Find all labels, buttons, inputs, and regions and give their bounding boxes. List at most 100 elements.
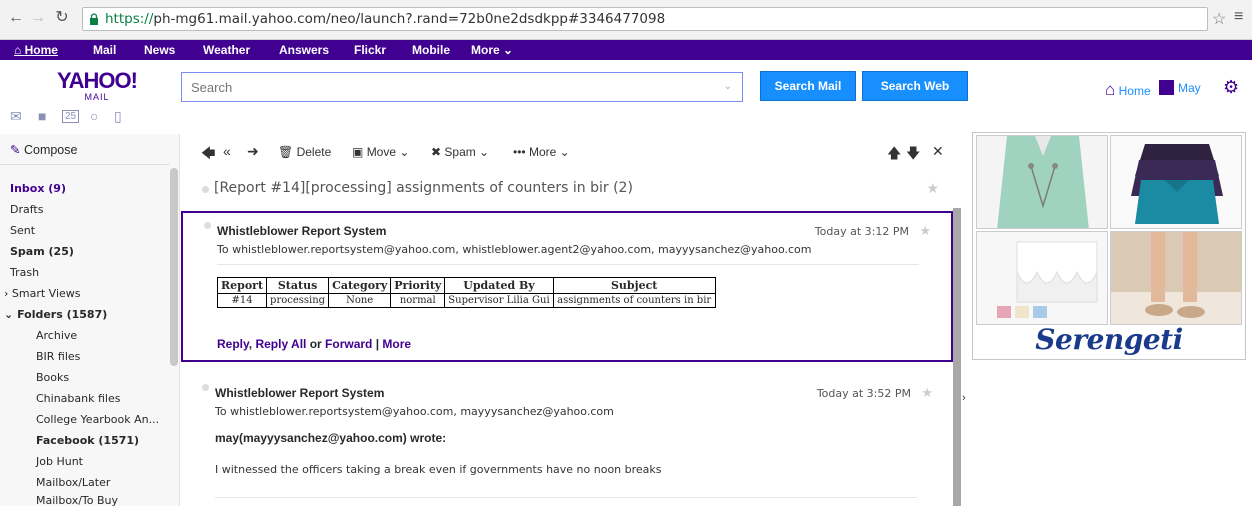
sidebar-scrollbar[interactable]: [170, 168, 178, 366]
folder-chinabank-files[interactable]: Chinabank files: [36, 392, 120, 405]
chevron-right-icon[interactable]: ›: [962, 392, 966, 404]
star-icon[interactable]: ★: [919, 223, 931, 239]
search-web-button[interactable]: Search Web: [862, 71, 968, 101]
compose-button[interactable]: ✎ Compose: [10, 142, 77, 157]
folder-sent[interactable]: Sent: [10, 224, 35, 237]
spam-button[interactable]: ✖ Spam ⌄: [431, 145, 489, 159]
topnav-mail[interactable]: Mail: [93, 43, 116, 57]
chevron-right-icon: ›: [4, 287, 9, 300]
message-pane-scrollbar[interactable]: [953, 208, 961, 506]
bedskirt-image: [977, 232, 1107, 324]
star-icon[interactable]: ★: [921, 385, 933, 401]
mobile-app-icon[interactable]: ▯: [114, 108, 122, 125]
message-card[interactable]: Whistleblower Report System To whistlebl…: [181, 211, 953, 362]
folder-inbox[interactable]: Inbox (9): [10, 182, 66, 195]
notepad-app-icon[interactable]: ○: [90, 108, 98, 124]
forward-arrow-icon[interactable]: ➜: [247, 143, 259, 160]
folder-job-hunt[interactable]: Job Hunt: [36, 455, 83, 468]
topnav-more[interactable]: More ⌄: [471, 43, 513, 57]
address-bar[interactable]: https://ph-mg61.mail.yahoo.com/neo/launc…: [82, 7, 1208, 31]
chevron-down-icon[interactable]: ⌄: [724, 81, 732, 92]
delete-button[interactable]: 🗑 Delete: [278, 145, 331, 159]
folders-toggle[interactable]: ⌄ Folders (1587): [4, 308, 107, 321]
mail-header: YAHOO! MAIL ⌄ Search Mail Search Web ⌂ H…: [0, 60, 1252, 134]
user-avatar-icon: [1159, 80, 1174, 95]
topnav-home-label: Home: [24, 43, 58, 57]
action-separator: |: [372, 337, 383, 351]
folder-mailbox-to-buy[interactable]: Mailbox/To Buy: [36, 494, 118, 506]
browser-chrome: ← → ↻ https://ph-mg61.mail.yahoo.com/neo…: [0, 0, 1252, 40]
tops-image: [1111, 136, 1241, 228]
folder-sidebar: ✎ Compose Inbox (9) Drafts Sent Spam (25…: [0, 134, 180, 506]
calendar-app-icon[interactable]: 25: [62, 110, 80, 123]
pencil-icon: ✎: [10, 143, 21, 157]
folder-spam[interactable]: Spam (25): [10, 245, 74, 258]
ad-product-image[interactable]: [976, 135, 1108, 229]
forward-icon[interactable]: →: [30, 9, 46, 27]
topnav-flickr[interactable]: Flickr: [354, 43, 386, 57]
yahoo-mail-logo[interactable]: YAHOO! MAIL: [52, 70, 142, 103]
home-icon: ⌂: [1105, 80, 1116, 99]
user-profile-link[interactable]: May: [1159, 80, 1201, 95]
topnav-mobile[interactable]: Mobile: [412, 43, 450, 57]
header-home-link[interactable]: ⌂ Home: [1105, 80, 1151, 100]
message-sender[interactable]: Whistleblower Report System: [217, 224, 386, 238]
more-link[interactable]: More: [382, 337, 411, 351]
gear-icon[interactable]: ⚙: [1223, 77, 1239, 98]
folder-drafts[interactable]: Drafts: [10, 203, 43, 216]
browser-menu-icon[interactable]: ≡: [1234, 8, 1243, 26]
topnav-weather[interactable]: Weather: [203, 43, 250, 57]
previous-message-icon[interactable]: 🡅: [887, 143, 901, 167]
back-icon[interactable]: ←: [8, 9, 24, 27]
mail-app-icon[interactable]: ✉: [10, 108, 22, 125]
advertisement[interactable]: ⓘ✕: [972, 132, 1246, 360]
folder-facebook[interactable]: Facebook (1571): [36, 434, 139, 447]
topnav-answers[interactable]: Answers: [279, 43, 329, 57]
next-message-icon[interactable]: 🡇: [906, 143, 920, 167]
divider: [0, 164, 170, 165]
folder-archive[interactable]: Archive: [36, 329, 77, 342]
smart-views-toggle[interactable]: › Smart Views: [4, 287, 81, 300]
reply-icon[interactable]: 🡄: [201, 143, 215, 167]
cardigan-image: [977, 136, 1107, 228]
message-card[interactable]: Whistleblower Report System To whistlebl…: [181, 375, 953, 506]
search-mail-button[interactable]: Search Mail: [760, 71, 856, 101]
compose-label: Compose: [23, 143, 78, 157]
close-icon[interactable]: ✕: [932, 143, 944, 160]
reply-all-icon[interactable]: «: [223, 143, 231, 159]
reload-icon[interactable]: ↻: [54, 9, 70, 27]
table-header: Priority: [390, 277, 446, 294]
message-toolbar: 🡄 « ➜ 🗑 Delete ▣ Move ⌄ ✖ Spam ⌄ ••• Mor…: [181, 134, 961, 170]
folder-bir-files[interactable]: BIR files: [36, 350, 80, 363]
forward-link[interactable]: Forward: [325, 337, 372, 351]
spam-label: Spam ⌄: [444, 145, 490, 159]
topnav-news[interactable]: News: [144, 43, 175, 57]
more-button[interactable]: ••• More ⌄: [513, 145, 570, 159]
ad-product-image[interactable]: [976, 231, 1108, 325]
move-label: Move ⌄: [366, 145, 410, 159]
reply-link[interactable]: Reply: [217, 337, 249, 351]
bookmark-star-icon[interactable]: ☆: [1212, 9, 1226, 29]
search-input[interactable]: [182, 73, 702, 101]
message-sender[interactable]: Whistleblower Report System: [215, 386, 384, 400]
move-button[interactable]: ▣ Move ⌄: [352, 145, 409, 159]
ad-brand-logo[interactable]: Serengeti: [973, 323, 1245, 356]
folder-books[interactable]: Books: [36, 371, 69, 384]
folder-trash[interactable]: Trash: [10, 266, 39, 279]
contacts-app-icon[interactable]: ■: [38, 108, 46, 124]
folder-mailbox-later[interactable]: Mailbox/Later: [36, 476, 110, 489]
user-name: May: [1178, 81, 1201, 95]
topnav-home[interactable]: ⌂ Home: [14, 43, 58, 57]
star-icon[interactable]: ★: [926, 180, 939, 197]
search-box[interactable]: ⌄: [181, 72, 743, 102]
ad-product-image[interactable]: [1110, 135, 1242, 229]
message-recipients: To whistleblower.reportsystem@yahoo.com,…: [215, 405, 614, 418]
table-cell: assignments of counters in bir: [552, 293, 716, 308]
ad-product-image[interactable]: [1110, 231, 1242, 325]
more-label: More ⌄: [528, 145, 570, 159]
folders-label: Folders (1587): [17, 308, 108, 321]
folder-college-yearbook[interactable]: College Yearbook An...: [36, 413, 159, 426]
unread-dot: [202, 384, 209, 391]
message-date: Today at 3:52 PM: [816, 387, 911, 400]
reply-all-link[interactable]: Reply All: [255, 337, 306, 351]
